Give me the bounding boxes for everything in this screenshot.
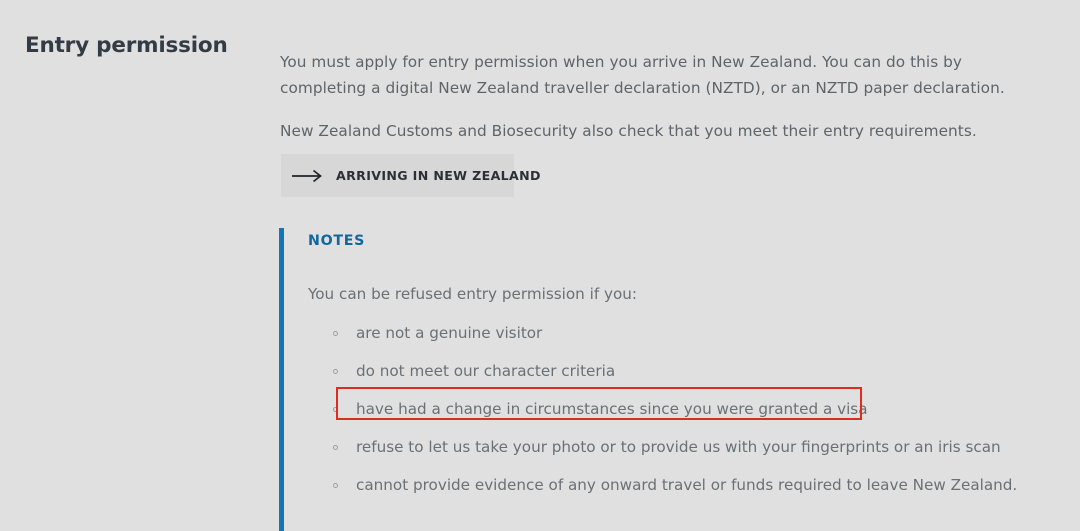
notes-accent-bar — [279, 228, 284, 531]
refusal-reasons-list: are not a genuine visitor do not meet ou… — [308, 323, 1068, 496]
page-title: Entry permission — [25, 33, 228, 58]
content-column: You must apply for entry permission when… — [279, 0, 1080, 531]
arriving-in-new-zealand-button-label: ARRIVING IN NEW ZEALAND — [336, 168, 541, 183]
list-item: cannot provide evidence of any onward tr… — [308, 475, 1068, 496]
list-item-label: cannot provide evidence of any onward tr… — [356, 476, 1018, 494]
notes-heading: NOTES — [308, 233, 366, 249]
list-item-label: are not a genuine visitor — [356, 324, 543, 342]
bullet-icon — [333, 369, 338, 374]
notes-intro-text: You can be refused entry permission if y… — [308, 285, 638, 303]
list-item-label: do not meet our character criteria — [356, 362, 616, 380]
list-item-label: refuse to let us take your photo or to p… — [356, 438, 1001, 456]
arriving-in-new-zealand-button[interactable]: ARRIVING IN NEW ZEALAND — [281, 154, 541, 197]
long-arrow-right-icon — [292, 169, 323, 183]
list-item-label: have had a change in circumstances since… — [356, 400, 868, 418]
intro-paragraph-1: You must apply for entry permission when… — [280, 53, 1005, 98]
list-item: are not a genuine visitor — [308, 323, 1068, 344]
bullet-icon — [333, 445, 338, 450]
list-item-highlighted: have had a change in circumstances since… — [308, 387, 1068, 420]
page-root: Entry permission You must apply for entr… — [0, 0, 1080, 531]
bullet-icon — [333, 407, 338, 412]
bullet-icon — [333, 331, 338, 336]
notes-content: NOTES You can be refused entry permissio… — [308, 228, 1068, 513]
list-item: do not meet our character criteria — [308, 361, 1068, 382]
intro-paragraph-2: New Zealand Customs and Biosecurity also… — [280, 122, 977, 141]
bullet-icon — [333, 483, 338, 488]
list-item: refuse to let us take your photo or to p… — [308, 437, 1068, 458]
left-column: Entry permission — [0, 0, 258, 531]
notes-callout: NOTES You can be refused entry permissio… — [279, 228, 1069, 531]
